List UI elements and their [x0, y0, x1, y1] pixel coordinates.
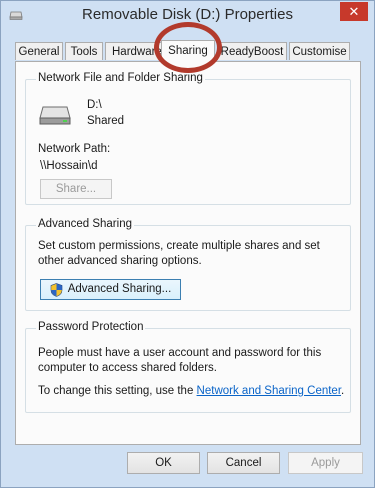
tab-general[interactable]: General [15, 42, 63, 60]
network-path-value: \\Hossain\d [40, 160, 98, 172]
password-protection-description: People must have a user account and pass… [38, 347, 322, 374]
advanced-sharing-description: Set custom permissions, create multiple … [38, 240, 320, 267]
password-protection-group: Password Protection People must have a u… [25, 321, 351, 413]
change-setting-text: To change this setting, use the Network … [38, 385, 344, 397]
advanced-sharing-group: Advanced Sharing Set custom permissions,… [25, 218, 351, 311]
network-path-label: Network Path: [38, 143, 111, 155]
group-title-network-sharing: Network File and Folder Sharing [36, 72, 205, 84]
share-button[interactable]: Share... [40, 179, 112, 199]
change-setting-suffix: . [341, 385, 345, 397]
network-sharing-group: Network File and Folder Sharing D:\ Shar… [25, 72, 351, 205]
network-sharing-center-link[interactable]: Network and Sharing Center [197, 385, 341, 397]
advanced-sharing-button[interactable]: Advanced Sharing... [40, 279, 181, 300]
group-title-advanced-sharing: Advanced Sharing [36, 218, 134, 230]
tab-sharing[interactable]: Sharing [161, 40, 215, 63]
cancel-button[interactable]: Cancel [207, 452, 280, 474]
ok-button[interactable]: OK [127, 452, 200, 474]
change-setting-prefix: To change this setting, use the [38, 385, 197, 397]
tab-strip: General Tools Hardware Sharing ReadyBoos… [15, 40, 365, 63]
removable-drive-icon [39, 106, 71, 125]
close-icon: ✕ [348, 4, 360, 19]
share-status: Shared [87, 115, 125, 127]
tab-hardware[interactable]: Hardware [105, 42, 167, 60]
tab-tools[interactable]: Tools [65, 42, 103, 60]
group-title-password-protection: Password Protection [36, 321, 146, 333]
close-button[interactable]: ✕ [340, 2, 368, 21]
advanced-sharing-button-label: Advanced Sharing... [67, 283, 172, 295]
properties-dialog: Removable Disk (D:) Properties ✕ General… [0, 0, 375, 488]
title-bar[interactable]: Removable Disk (D:) Properties ✕ [1, 1, 374, 31]
apply-button[interactable]: Apply [288, 452, 363, 474]
drive-path: D:\ [87, 99, 102, 111]
window-title: Removable Disk (D:) Properties [82, 6, 293, 23]
sharing-panel: Network File and Folder Sharing D:\ Shar… [15, 61, 361, 445]
tab-customise[interactable]: Customise [289, 42, 350, 60]
shield-icon [50, 283, 63, 297]
tab-readyboost[interactable]: ReadyBoost [217, 42, 287, 60]
